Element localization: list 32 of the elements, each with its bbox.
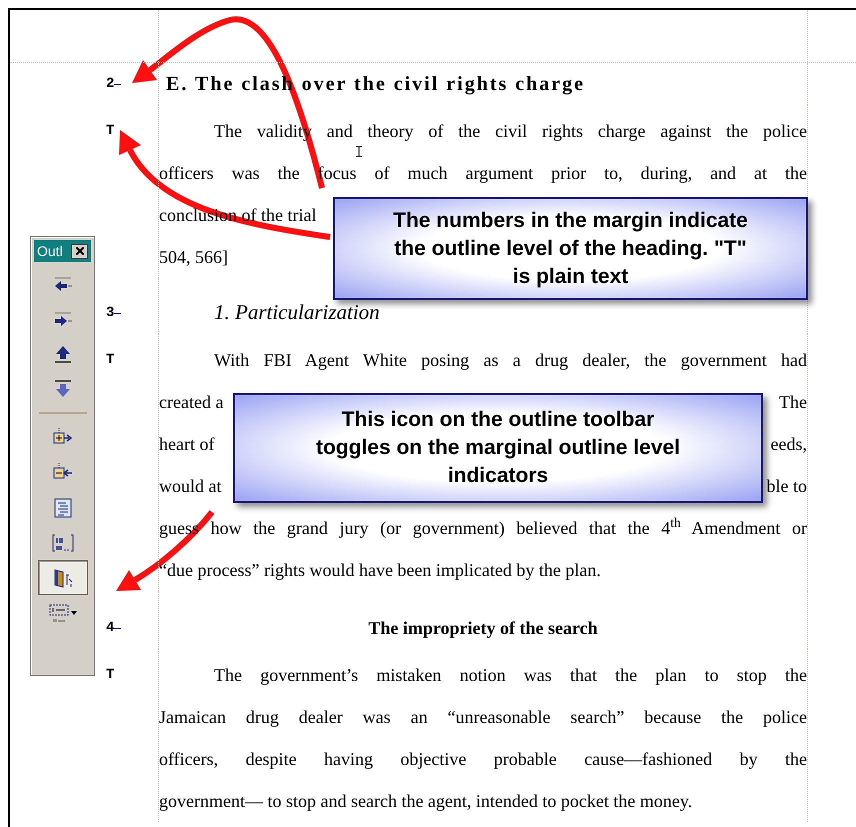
text-line: government— to stop and search the agent, intended to pocket the money. — [159, 790, 692, 813]
door-icon — [52, 566, 74, 588]
text-line: “due process” rights would have been implicated by the plan. — [159, 558, 601, 582]
centered-heading: The impropriety of the search — [368, 616, 598, 640]
close-button[interactable] — [71, 244, 88, 258]
subsection-heading: 1. Particularization — [214, 299, 380, 326]
outline-style-icon — [48, 602, 78, 624]
outline-level-marker: T — [106, 668, 114, 682]
outline-level-marker: T — [106, 124, 114, 138]
text-fragment: ble to — [766, 474, 807, 498]
outline-level-marker: T — [106, 353, 114, 367]
text-fragment: would at — [159, 474, 222, 498]
text-fragment: eeds, — [770, 432, 807, 456]
text-fragment: heart of — [159, 432, 214, 456]
callout-text: The numbers in the margin indicate the outline level of the heading. "T" is plain text — [392, 208, 749, 290]
text-line: officers, despite having objective probable cause—fashioned by the — [159, 748, 807, 771]
outline-level-marker: 4 — [106, 621, 114, 635]
document-icon — [52, 496, 74, 518]
close-icon — [74, 245, 86, 257]
outline-level-marker: 3 — [106, 306, 114, 320]
text-line: The government’s mistaken notion was that the plan to stop the — [214, 664, 807, 687]
text-line: With FBI Agent White posing as a drug dealer, the government had — [214, 348, 807, 372]
roman-numerals-icon — [52, 532, 74, 554]
text-line: Jamaican drug dealer was an “unreasonable search” because the police — [159, 706, 807, 729]
text-line: 504, 566] — [159, 246, 228, 268]
callout-text: This icon on the outline toolbar toggles on the marginal outline level indicators — [314, 407, 682, 489]
text-cursor-icon — [355, 146, 363, 157]
text-fragment: created a — [159, 390, 224, 414]
text-fragment: The — [779, 390, 807, 414]
outline-level-marker: 2 — [106, 77, 114, 91]
toolbar-title: Outl — [37, 244, 63, 258]
toolbar-button[interactable] — [38, 560, 88, 595]
